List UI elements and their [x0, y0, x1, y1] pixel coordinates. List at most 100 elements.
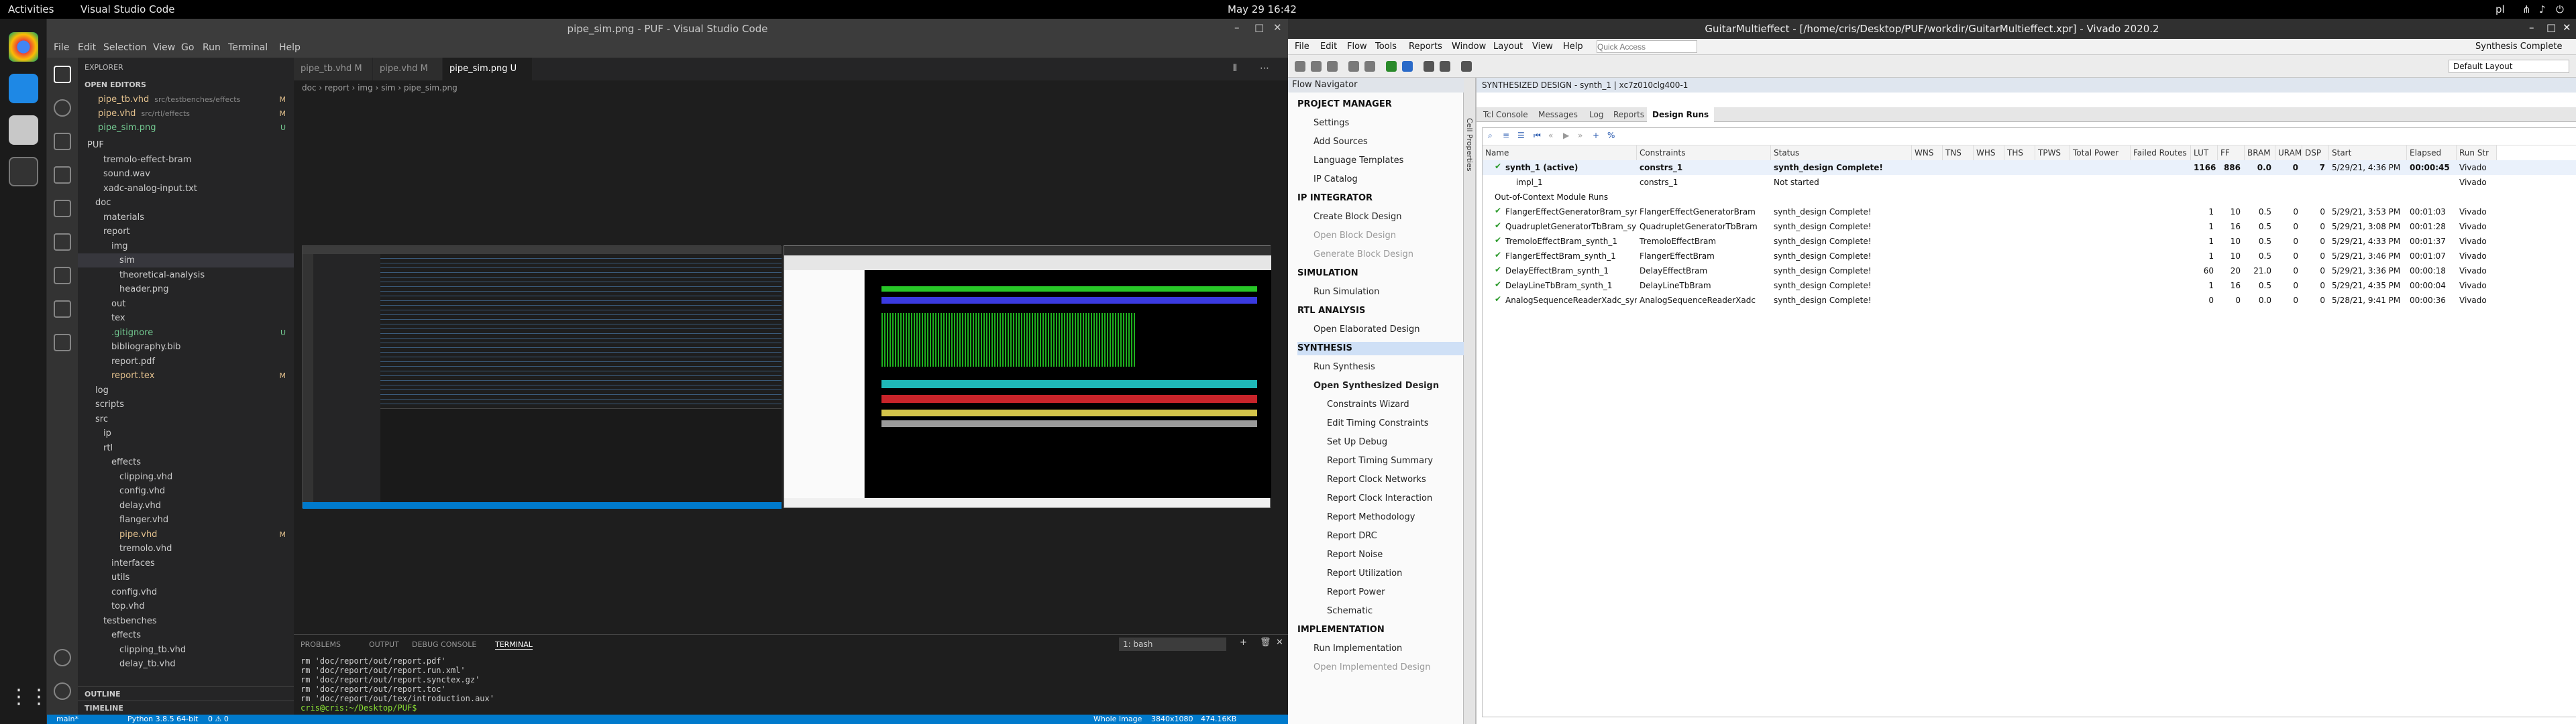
split-editor-icon[interactable]: ⫴: [1233, 63, 1237, 74]
tree-item[interactable]: clipping_tb.vhd: [78, 643, 294, 657]
cross-probe-icon[interactable]: [1461, 61, 1472, 72]
column-header[interactable]: LUT: [2191, 145, 2218, 160]
vv-menu-window[interactable]: Window: [1452, 42, 1486, 52]
menu-file[interactable]: File: [54, 42, 69, 53]
open-project-icon[interactable]: [1311, 61, 1322, 72]
tree-item[interactable]: utils: [78, 570, 294, 585]
terminal-output[interactable]: rm 'doc/report/out/report.pdf' rm 'doc/re…: [301, 656, 1280, 713]
column-header[interactable]: FF: [2218, 145, 2245, 160]
tree-item[interactable]: testbenches: [78, 614, 294, 628]
accounts-icon[interactable]: [54, 649, 71, 666]
panel-tab-debug-console[interactable]: DEBUG CONSOLE: [412, 640, 476, 649]
python-interpreter[interactable]: Python 3.8.5 64-bit: [127, 715, 198, 723]
settings-icon[interactable]: [1424, 61, 1434, 72]
flow-item[interactable]: Settings: [1313, 117, 1349, 130]
git-branch[interactable]: main*: [56, 715, 78, 723]
column-header[interactable]: Status: [1771, 145, 1912, 160]
flow-item[interactable]: Report Methodology: [1327, 511, 1415, 524]
flow-item[interactable]: Report Clock Networks: [1327, 473, 1426, 487]
column-header[interactable]: WHS: [1974, 145, 2004, 160]
vv-menu-flow[interactable]: Flow: [1347, 42, 1367, 52]
tab-pipe-tb[interactable]: pipe_tb.vhd M: [294, 58, 373, 80]
flow-item[interactable]: Constraints Wizard: [1327, 398, 1409, 412]
tab-messages[interactable]: Messages: [1533, 107, 1583, 122]
tree-item[interactable]: rtl: [78, 441, 294, 455]
vv-menu-reports[interactable]: Reports: [1409, 42, 1442, 52]
tree-item[interactable]: .gitignore U: [78, 326, 294, 340]
outline-header[interactable]: OUTLINE: [78, 686, 294, 701]
column-header[interactable]: BRAM: [2245, 145, 2275, 160]
next-icon[interactable]: »: [1578, 131, 1582, 140]
tree-item[interactable]: flanger.vhd: [78, 513, 294, 527]
flow-item[interactable]: Open Synthesized Design: [1313, 379, 1439, 393]
flow-item[interactable]: Run Simulation: [1313, 286, 1379, 299]
breadcrumb[interactable]: doc › report › img › sim › pipe_sim.png: [294, 80, 1288, 95]
tab-pipe-sim-png[interactable]: pipe_sim.png U: [443, 58, 533, 80]
new-project-icon[interactable]: [1295, 61, 1305, 72]
column-header[interactable]: Failed Routes: [2131, 145, 2191, 160]
layout-select[interactable]: Default Layout: [2449, 60, 2569, 73]
flow-item[interactable]: Schematic: [1327, 605, 1373, 618]
program-icon[interactable]: [1402, 61, 1413, 72]
play-icon[interactable]: ▶: [1563, 131, 1569, 140]
flow-item[interactable]: Report DRC: [1327, 530, 1377, 543]
tree-item[interactable]: interfaces: [78, 556, 294, 570]
sigma-icon[interactable]: [1440, 61, 1450, 72]
flow-item[interactable]: Language Templates: [1313, 154, 1403, 168]
vv-menu-file[interactable]: File: [1295, 42, 1309, 52]
show-apps-icon[interactable]: ⋮⋮: [9, 682, 49, 712]
tree-item[interactable]: config.vhd: [78, 484, 294, 498]
tree-item[interactable]: materials: [78, 210, 294, 225]
tab-design-runs[interactable]: Design Runs: [1647, 107, 1715, 122]
flow-item[interactable]: Add Sources: [1313, 135, 1368, 149]
terminal-icon[interactable]: [9, 157, 38, 186]
tree-item[interactable]: effects: [78, 628, 294, 642]
chrome-icon[interactable]: [9, 32, 38, 62]
flow-item[interactable]: Report Timing Summary: [1327, 455, 1433, 468]
open-editors-header[interactable]: OPEN EDITORS: [78, 78, 294, 92]
flow-item[interactable]: Report Utilization: [1327, 567, 1402, 581]
tree-item[interactable]: config.vhd: [78, 585, 294, 599]
tab-tcl-console[interactable]: Tcl Console: [1478, 107, 1534, 122]
minimize-icon[interactable]: –: [1234, 21, 1240, 34]
flow-item[interactable]: PROJECT MANAGER: [1297, 98, 1392, 111]
panel-tab-problems[interactable]: PROBLEMS: [301, 640, 341, 649]
remote-explorer-icon[interactable]: [54, 334, 71, 351]
vscode-icon[interactable]: [9, 74, 38, 103]
trash-icon[interactable]: 🗑: [1260, 638, 1271, 648]
expand-all-icon[interactable]: ☰: [1517, 131, 1525, 140]
cell-properties-side-tab[interactable]: Cell Properties: [1464, 78, 1476, 724]
flow-item[interactable]: Report Power: [1327, 586, 1385, 599]
tree-item[interactable]: report: [78, 225, 294, 239]
manage-gear-icon[interactable]: [54, 682, 71, 700]
language-indicator[interactable]: pl: [2496, 3, 2505, 15]
save-icon[interactable]: [1327, 61, 1338, 72]
terminal-select[interactable]: 1: bash: [1119, 638, 1226, 651]
tree-item[interactable]: pipe.vhd M: [78, 528, 294, 542]
vivado-close-icon[interactable]: ✕: [2563, 21, 2571, 34]
menu-edit[interactable]: Edit: [78, 42, 96, 53]
tree-item[interactable]: effects: [78, 455, 294, 469]
open-editor-item[interactable]: pipe_sim.png U: [78, 121, 294, 135]
flow-item[interactable]: SIMULATION: [1297, 267, 1358, 280]
flow-item[interactable]: Edit Timing Constraints: [1327, 417, 1429, 430]
collapse-all-icon[interactable]: ≡: [1503, 131, 1509, 140]
tree-item[interactable]: tex: [78, 311, 294, 325]
flow-item[interactable]: IP INTEGRATOR: [1297, 192, 1373, 205]
extensions-icon[interactable]: [54, 200, 71, 217]
flow-item[interactable]: Set Up Debug: [1327, 436, 1387, 449]
tree-item[interactable]: report.tex M: [78, 369, 294, 383]
flow-item[interactable]: SYNTHESIS: [1297, 342, 1473, 355]
app-menu[interactable]: Visual Studio Code: [80, 3, 175, 15]
tab-log[interactable]: Log: [1584, 107, 1609, 122]
tree-item[interactable]: top.vhd: [78, 599, 294, 613]
docker-icon[interactable]: [54, 300, 71, 318]
activities-button[interactable]: Activities: [8, 3, 54, 15]
flow-item[interactable]: Open Elaborated Design: [1313, 323, 1420, 337]
tab-reports[interactable]: Reports: [1608, 107, 1650, 122]
tree-item[interactable]: xadc-analog-input.txt: [78, 182, 294, 196]
menu-run[interactable]: Run: [203, 42, 221, 53]
explorer-icon[interactable]: [54, 66, 71, 83]
volume-icon[interactable]: ♪: [2539, 3, 2546, 15]
tree-item[interactable]: tremolo-effect-bram: [78, 153, 294, 167]
